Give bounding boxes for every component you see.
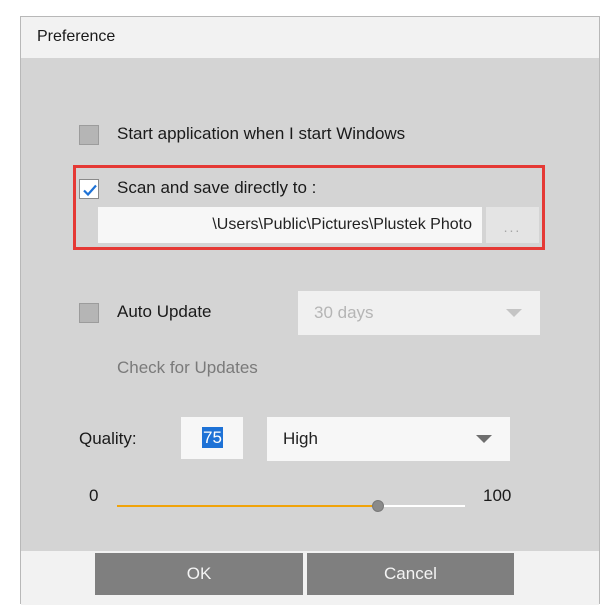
quality-slider-fill — [117, 505, 378, 507]
quality-preset-value: High — [283, 429, 318, 448]
update-interval-select[interactable]: 30 days — [298, 291, 540, 335]
slider-max-label: 100 — [483, 486, 512, 505]
cancel-button[interactable]: Cancel — [307, 553, 514, 595]
quality-label: Quality: — [79, 429, 137, 448]
ok-button[interactable]: OK — [95, 553, 303, 595]
quality-slider-thumb[interactable] — [372, 500, 384, 512]
chevron-down-icon — [506, 309, 522, 317]
chevron-down-icon — [476, 435, 492, 443]
scan-save-checkbox[interactable] — [79, 179, 99, 199]
settings-panel: Start application when I start Windows S… — [21, 58, 599, 551]
checkmark-icon — [83, 184, 97, 197]
start-with-windows-checkbox[interactable] — [79, 125, 99, 145]
title-bar: Preference — [21, 17, 599, 57]
auto-update-label: Auto Update — [117, 302, 212, 321]
save-path-value: \Users\Public\Pictures\Plustek Photo — [212, 216, 472, 233]
quality-value-input[interactable]: 75 — [181, 417, 243, 459]
auto-update-checkbox[interactable] — [79, 303, 99, 323]
save-path-input[interactable]: \Users\Public\Pictures\Plustek Photo — [98, 207, 482, 243]
dialog-title: Preference — [37, 28, 116, 45]
scan-save-label: Scan and save directly to : — [117, 178, 317, 197]
quality-value: 75 — [202, 427, 223, 448]
browse-button[interactable]: ... — [486, 207, 539, 243]
start-with-windows-label: Start application when I start Windows — [117, 124, 406, 143]
quality-slider[interactable] — [117, 500, 465, 512]
update-interval-value: 30 days — [314, 303, 374, 322]
quality-preset-select[interactable]: High — [267, 417, 510, 461]
slider-min-label: 0 — [89, 486, 99, 505]
check-updates-link[interactable]: Check for Updates — [117, 358, 258, 378]
preference-dialog: Preference Start application when I star… — [20, 16, 600, 605]
